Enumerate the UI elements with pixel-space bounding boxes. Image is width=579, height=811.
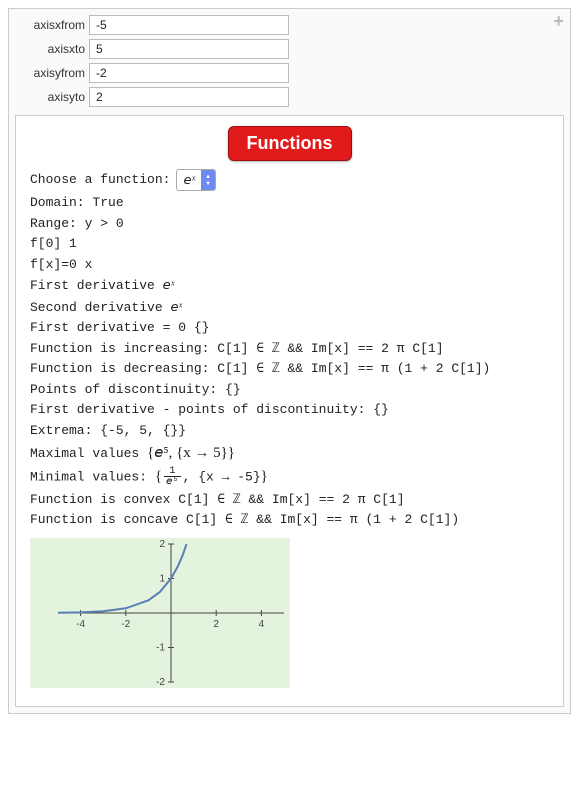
- minimal-values-line: Minimal values: {1𝘦⁵, {x → -5}}: [30, 466, 549, 488]
- first-deriv-discont-line: First derivative - points of discontinui…: [30, 401, 549, 419]
- svg-text:-4: -4: [76, 619, 85, 630]
- axisxfrom-label: axisxfrom: [15, 18, 85, 32]
- discontinuity-line: Points of discontinuity: {}: [30, 381, 549, 399]
- controls-grid: axisxfrom axisxto axisyfrom axisyto: [15, 15, 564, 107]
- svg-text:-1: -1: [156, 642, 165, 653]
- plus-icon[interactable]: +: [553, 13, 564, 33]
- svg-text:1: 1: [159, 573, 165, 584]
- axisyfrom-input[interactable]: [89, 63, 289, 83]
- chevron-updown-icon: ▲▼: [201, 170, 215, 190]
- function-select-value: 𝘦ˣ: [177, 171, 201, 189]
- axisyfrom-label: axisyfrom: [15, 66, 85, 80]
- domain-line: Domain: True: [30, 194, 549, 212]
- axisyto-input[interactable]: [89, 87, 289, 107]
- chooser-row: Choose a function: 𝘦ˣ ▲▼: [30, 169, 549, 191]
- first-deriv-line: First derivative 𝘦ˣ: [30, 276, 549, 295]
- concave-line: Function is concave C[1] ∈ ℤ && Im[x] ==…: [30, 511, 549, 529]
- functions-button[interactable]: Functions: [228, 126, 352, 161]
- svg-text:-2: -2: [156, 677, 165, 688]
- fx0-line: f[x]=0 x: [30, 256, 549, 274]
- extrema-line: Extrema: {-5, 5, {}}: [30, 422, 549, 440]
- axisxfrom-input[interactable]: [89, 15, 289, 35]
- svg-text:-2: -2: [121, 619, 130, 630]
- convex-line: Function is convex C[1] ∈ ℤ && Im[x] == …: [30, 491, 549, 509]
- axisxto-label: axisxto: [15, 42, 85, 56]
- results-panel: Functions Choose a function: 𝘦ˣ ▲▼ Domai…: [15, 115, 564, 707]
- plot-svg: -4 -2 2 4 -2 -1 1 2: [30, 538, 290, 688]
- svg-text:2: 2: [159, 539, 165, 550]
- function-select[interactable]: 𝘦ˣ ▲▼: [176, 169, 216, 191]
- chooser-label: Choose a function:: [30, 171, 170, 189]
- decreasing-line: Function is decreasing: C[1] ∈ ℤ && Im[x…: [30, 360, 549, 378]
- maximal-values-line: Maximal values {𝘦⁵, {x → 5}}: [30, 443, 549, 463]
- axisyto-label: axisyto: [15, 90, 85, 104]
- widget-panel: + axisxfrom axisxto axisyfrom axisyto Fu…: [8, 8, 571, 714]
- range-line: Range: y > 0: [30, 215, 549, 233]
- first-deriv-zero-line: First derivative = 0 {}: [30, 319, 549, 337]
- second-deriv-line: Second derivative 𝘦ˣ: [30, 298, 549, 317]
- svg-text:2: 2: [213, 619, 219, 630]
- increasing-line: Function is increasing: C[1] ∈ ℤ && Im[x…: [30, 340, 549, 358]
- f0-line: f[0] 1: [30, 235, 549, 253]
- svg-text:4: 4: [259, 619, 265, 630]
- plot: -4 -2 2 4 -2 -1 1 2: [30, 538, 290, 688]
- axisxto-input[interactable]: [89, 39, 289, 59]
